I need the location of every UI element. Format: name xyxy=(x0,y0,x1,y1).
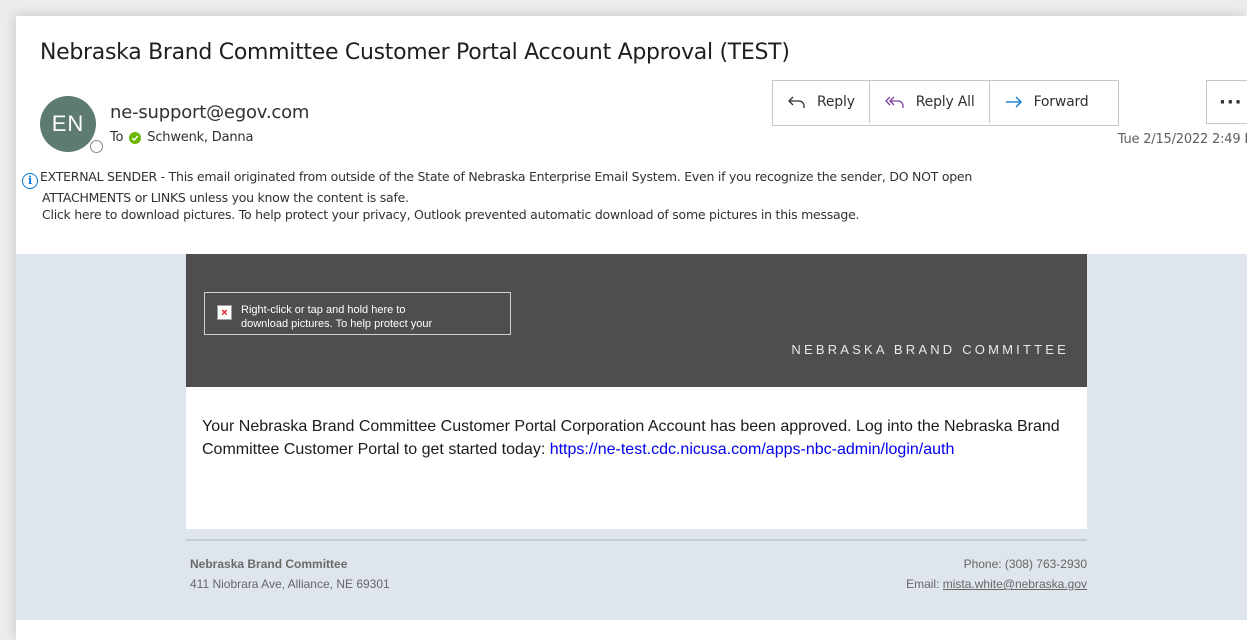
forward-arrow-icon xyxy=(1005,96,1022,108)
reply-button[interactable]: Reply xyxy=(773,81,870,123)
info-icon: i xyxy=(22,172,38,189)
email-header-banner: × Right-click or tap and hold here to do… xyxy=(186,254,1087,387)
reply-label: Reply xyxy=(817,94,855,110)
footer-contact: Phone: (308) 763-2930 Email: mista.white… xyxy=(906,554,1087,594)
reply-all-label: Reply All xyxy=(915,94,975,110)
sent-timestamp: Tue 2/15/2022 2:49 PM xyxy=(1117,132,1247,147)
reply-all-icon xyxy=(885,96,904,108)
avatar-initials: EN xyxy=(51,111,85,136)
external-sender-warning: i EXTERNAL SENDER - This email originated… xyxy=(22,168,1232,189)
footer-address: 411 Niobrara Ave, Alliance, NE 69301 xyxy=(190,577,390,591)
presence-status-icon xyxy=(90,140,103,153)
more-icon: ··· xyxy=(1219,91,1243,113)
footer-email-line: Email: mista.white@nebraska.gov xyxy=(906,577,1087,591)
check-icon xyxy=(129,131,142,144)
sender-address[interactable]: ne-support@egov.com xyxy=(110,102,309,123)
message-text: Your Nebraska Brand Committee Customer P… xyxy=(202,418,1060,458)
message-content: Your Nebraska Brand Committee Customer P… xyxy=(186,387,1087,529)
recipient-line: To Schwenk, Danna xyxy=(110,130,253,145)
reply-icon xyxy=(788,96,805,108)
portal-login-link[interactable]: https://ne-test.cdc.nicusa.com/apps-nbc-… xyxy=(550,441,955,458)
footer-org-name: Nebraska Brand Committee xyxy=(190,557,348,571)
footer-phone: Phone: (308) 763-2930 xyxy=(963,557,1087,571)
footer-divider xyxy=(186,539,1087,541)
message-notice: i EXTERNAL SENDER - This email originated… xyxy=(22,168,1232,223)
more-actions-button[interactable]: ··· xyxy=(1206,80,1247,124)
broken-image-icon: × xyxy=(217,305,232,320)
forward-button[interactable]: Forward xyxy=(990,81,1119,123)
recipient-name[interactable]: Schwenk, Danna xyxy=(147,130,253,145)
reply-all-button[interactable]: Reply All xyxy=(870,81,990,123)
message-actions: Reply Reply All Forward xyxy=(772,80,1120,126)
sender-avatar[interactable]: EN xyxy=(40,96,96,152)
footer-email-link[interactable]: mista.white@nebraska.gov xyxy=(943,577,1087,591)
reading-pane: Nebraska Brand Committee Customer Portal… xyxy=(16,16,1247,640)
to-label: To xyxy=(110,130,124,145)
download-pictures-link[interactable]: Click here to download pictures. To help… xyxy=(22,206,1232,223)
email-subject: Nebraska Brand Committee Customer Portal… xyxy=(40,40,790,65)
brand-title: NEBRASKA BRAND COMMITTEE xyxy=(791,342,1069,357)
external-sender-warning-cont: ATTACHMENTS or LINKS unless you know the… xyxy=(42,189,409,205)
footer-organization: Nebraska Brand Committee 411 Niobrara Av… xyxy=(190,554,390,594)
blocked-image-placeholder[interactable]: × Right-click or tap and hold here to do… xyxy=(204,292,511,335)
forward-label: Forward xyxy=(1033,94,1089,110)
email-body: × Right-click or tap and hold here to do… xyxy=(16,254,1247,620)
